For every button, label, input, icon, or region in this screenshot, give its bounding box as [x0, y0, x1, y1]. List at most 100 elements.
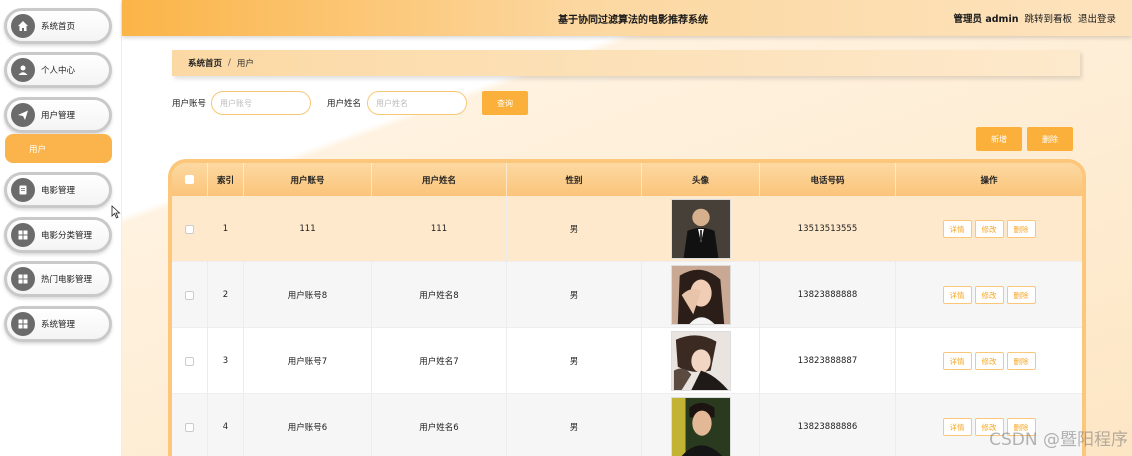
sidebar-item-label: 系统首页 [41, 22, 76, 32]
add-button[interactable]: 新增 [976, 127, 1022, 151]
sidebar-item-label: 电影管理 [41, 186, 76, 196]
row-checkbox-cell [172, 262, 208, 328]
watermark: CSDN @暨阳程序 [989, 430, 1128, 450]
table-row: 2 用户账号8 用户姓名8 男 13823888888 详情 修改 删除 [172, 262, 1082, 328]
breadcrumb-home[interactable]: 系统首页 [188, 57, 222, 69]
cell-actions: 详情 修改 删除 [896, 262, 1082, 328]
sidebar-item-label: 热门电影管理 [41, 275, 93, 285]
row-checkbox-cell [172, 328, 208, 394]
cell-gender: 男 [507, 394, 642, 456]
account-search-input[interactable] [211, 91, 311, 115]
col-header-name: 用户姓名 [372, 163, 507, 196]
cell-index: 2 [208, 262, 244, 328]
detail-button[interactable]: 详情 [942, 352, 972, 370]
grid-icon [11, 223, 35, 247]
grid-icon [11, 267, 35, 291]
sidebar-item-label: 个人中心 [41, 66, 76, 76]
cell-phone: 13513513555 [760, 196, 896, 262]
sidebar-item-label: 电影分类管理 [41, 231, 93, 241]
cell-account: 用户账号8 [244, 262, 372, 328]
table-header: 索引 用户账号 用户姓名 性别 头像 电话号码 操作 [172, 163, 1082, 196]
sidebar-item-user-management[interactable]: 用户管理 [4, 97, 112, 133]
sidebar-item-movie-management[interactable]: 电影管理 [4, 172, 112, 208]
table-row: 3 用户账号7 用户姓名7 男 13823888887 详情 修改 删除 [172, 328, 1082, 394]
top-header: 基于协同过滤算法的电影推荐系统 管理员 admin 跳转到看板 退出登录 [122, 0, 1132, 36]
cell-phone: 13823888887 [760, 328, 896, 394]
cell-name: 用户姓名6 [372, 394, 507, 456]
dashboard-link[interactable]: 跳转到看板 [1024, 11, 1072, 25]
delete-button[interactable]: 删除 [1006, 220, 1036, 238]
avatar-image [670, 397, 731, 456]
header-checkbox-cell [172, 163, 208, 196]
col-header-gender: 性别 [507, 163, 642, 196]
cell-avatar [642, 196, 760, 262]
user-table: 索引 用户账号 用户姓名 性别 头像 电话号码 操作 1 111 111 男 1… [172, 163, 1082, 456]
row-checkbox[interactable] [185, 224, 194, 234]
cell-account: 用户账号7 [244, 328, 372, 394]
table-row: 1 111 111 男 13513513555 详情 修改 删除 [172, 196, 1082, 262]
delete-button[interactable]: 删除 [1006, 352, 1036, 370]
batch-delete-button[interactable]: 删除 [1027, 127, 1073, 151]
header-actions: 管理员 admin 跳转到看板 退出登录 [954, 11, 1116, 25]
detail-button[interactable]: 详情 [942, 418, 972, 436]
delete-button[interactable]: 删除 [1006, 286, 1036, 304]
edit-button[interactable]: 修改 [974, 352, 1004, 370]
breadcrumb: 系统首页 / 用户 [172, 50, 1080, 76]
table-row: 4 用户账号6 用户姓名6 男 13823888886 详情 修改 删除 [172, 394, 1082, 456]
col-header-phone: 电话号码 [760, 163, 896, 196]
cell-actions: 详情 修改 删除 [896, 328, 1082, 394]
select-all-checkbox[interactable] [185, 175, 194, 184]
edit-button[interactable]: 修改 [974, 220, 1004, 238]
cell-phone: 13823888886 [760, 394, 896, 456]
sidebar-item-hot-movies[interactable]: 热门电影管理 [4, 261, 112, 297]
cell-account: 111 [244, 196, 372, 262]
col-header-actions: 操作 [980, 175, 998, 186]
cell-gender: 男 [507, 262, 642, 328]
cell-actions: 详情 修改 删除 [896, 196, 1082, 262]
cell-avatar [642, 394, 760, 456]
avatar-image [670, 199, 731, 259]
account-label: 用户账号 [172, 99, 207, 109]
sidebar-item-home[interactable]: 系统首页 [4, 8, 112, 44]
cell-account: 用户账号6 [244, 394, 372, 456]
home-icon [11, 14, 35, 38]
cell-gender: 男 [507, 196, 642, 262]
detail-button[interactable]: 详情 [942, 286, 972, 304]
avatar-image [670, 331, 731, 391]
sidebar-subitem-label: 用户 [29, 144, 47, 155]
row-checkbox[interactable] [185, 422, 194, 432]
sidebar-item-label: 系统管理 [41, 320, 76, 330]
sidebar-item-movie-category[interactable]: 电影分类管理 [4, 217, 112, 253]
col-header-avatar: 头像 [642, 163, 760, 196]
cell-name: 用户姓名8 [372, 262, 507, 328]
name-search-input[interactable] [367, 91, 467, 115]
cell-name: 用户姓名7 [372, 328, 507, 394]
cell-avatar [642, 262, 760, 328]
cell-index: 3 [208, 328, 244, 394]
breadcrumb-current: 用户 [236, 59, 254, 69]
grid-icon [11, 312, 35, 336]
document-icon [11, 178, 35, 202]
user-icon [11, 58, 35, 82]
cell-avatar [642, 328, 760, 394]
app-title: 基于协同过滤算法的电影推荐系统 [558, 15, 708, 26]
cell-index: 4 [208, 394, 244, 456]
sidebar-subitem-users[interactable]: 用户 [5, 134, 112, 163]
cell-gender: 男 [507, 328, 642, 394]
sidebar-item-label: 用户管理 [41, 111, 76, 121]
sidebar-item-profile[interactable]: 个人中心 [4, 52, 112, 88]
row-checkbox[interactable] [185, 290, 194, 300]
row-checkbox-cell [172, 196, 208, 262]
row-checkbox[interactable] [185, 356, 194, 366]
sidebar: 系统首页 个人中心 用户管理 用户 电影管理 电影分类管理 热门电影管理 系统管… [0, 0, 122, 456]
query-button[interactable]: 查询 [482, 91, 528, 115]
send-icon [11, 103, 35, 127]
logout-link[interactable]: 退出登录 [1078, 11, 1116, 25]
sidebar-item-system[interactable]: 系统管理 [4, 306, 112, 342]
detail-button[interactable]: 详情 [942, 220, 972, 238]
cell-index: 1 [208, 196, 244, 262]
edit-button[interactable]: 修改 [974, 286, 1004, 304]
row-checkbox-cell [172, 394, 208, 456]
current-user: 管理员 admin [953, 14, 1019, 25]
avatar-image [670, 265, 731, 325]
